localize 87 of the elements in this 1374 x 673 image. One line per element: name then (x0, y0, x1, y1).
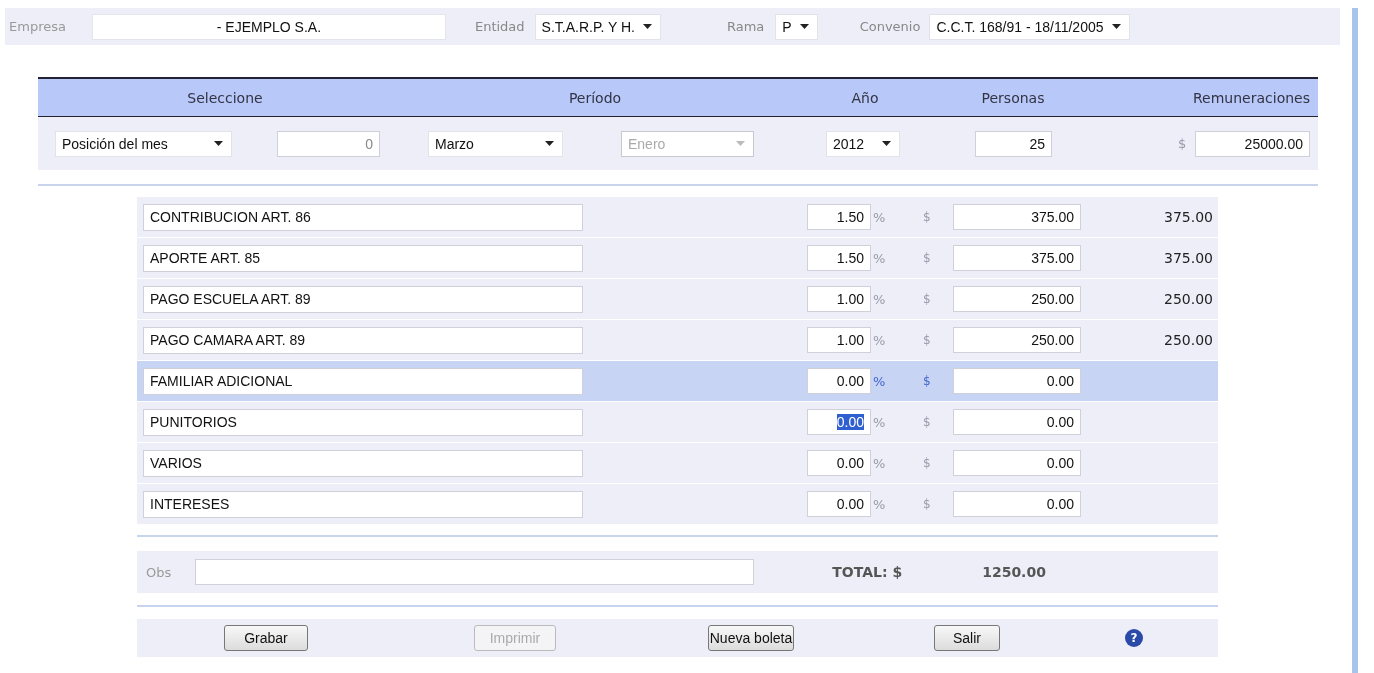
amount-field[interactable]: 0.00 (953, 491, 1081, 517)
caret-icon (545, 141, 554, 146)
row-total: 375.00 (1163, 209, 1213, 225)
column-header: Seleccione (186, 89, 264, 106)
percent-sign: % (872, 414, 887, 430)
row-total: 250.00 (1163, 291, 1213, 307)
field-label: Entidad (474, 19, 525, 34)
branch-dropdown[interactable]: P (775, 13, 818, 40)
column-header: Personas (980, 89, 1046, 106)
table-row[interactable]: PUNITORIOS 0.00 % $ 0.00 (137, 402, 1218, 443)
position-field[interactable]: 0 (277, 130, 380, 157)
amount-field[interactable]: 0.00 (953, 409, 1081, 435)
caret-icon (736, 141, 745, 146)
percent-field[interactable]: 1.00 (807, 327, 871, 353)
percent-field[interactable]: 1.50 (807, 245, 871, 271)
percent-field[interactable]: 1.50 (807, 204, 871, 230)
currency-sign: $ (922, 210, 932, 224)
field-label: Empresa (9, 19, 66, 34)
percent-field[interactable]: 0.00 (807, 491, 871, 517)
percent-sign: % (872, 455, 887, 471)
action-button[interactable]: Salir (934, 625, 1000, 651)
persons-field[interactable]: 25 (975, 130, 1052, 157)
amount-field[interactable]: 0.00 (953, 450, 1081, 476)
caret-icon (882, 141, 891, 146)
currency-sign: $ (922, 292, 932, 306)
percent-sign: % (872, 496, 887, 512)
percent-field[interactable]: 0.00 (807, 409, 871, 435)
concept-field[interactable]: PUNITORIOS (143, 408, 583, 436)
amount-field[interactable]: 250.00 (953, 327, 1081, 353)
concept-field[interactable]: FAMILIAR ADICIONAL (143, 367, 583, 395)
table-row[interactable]: PAGO ESCUELA ART. 89 1.00 % $ 250.00 250.00 (137, 279, 1218, 320)
currency-sign: $ (922, 497, 932, 511)
concept-field[interactable]: PAGO CAMARA ART. 89 (143, 326, 583, 354)
currency-sign: $ (922, 333, 932, 347)
selection-dropdown[interactable]: Posición del mes (55, 130, 232, 157)
grand-total: 1250.00 (982, 564, 1046, 580)
concept-field[interactable]: CONTRIBUCION ART. 86 (143, 203, 583, 231)
table-row[interactable]: FAMILIAR ADICIONAL 0.00 % $ 0.00 (137, 361, 1218, 402)
row-total: 250.00 (1163, 332, 1213, 348)
month-from-dropdown[interactable]: Marzo (428, 130, 563, 157)
concept-field[interactable]: INTERESES (143, 490, 583, 518)
row-total: 375.00 (1163, 250, 1213, 266)
column-header: Año (850, 89, 880, 106)
help-icon[interactable]: ? (1125, 629, 1143, 647)
entity-dropdown[interactable]: S.T.A.R.P. Y H. (534, 13, 661, 40)
table-row[interactable]: APORTE ART. 85 1.50 % $ 375.00 375.00 (137, 238, 1218, 279)
year-dropdown[interactable]: 2012 (826, 130, 900, 157)
observations-field[interactable] (195, 559, 755, 585)
concept-field[interactable]: APORTE ART. 85 (143, 244, 583, 272)
percent-field[interactable]: 0.00 (807, 450, 871, 476)
caret-icon (799, 24, 809, 29)
amount-field[interactable]: 250.00 (953, 286, 1081, 312)
percent-sign: % (872, 332, 887, 348)
amount-field[interactable]: 375.00 (953, 245, 1081, 271)
percent-field[interactable]: 1.00 (807, 286, 871, 312)
percent-sign: % (872, 209, 887, 225)
table-row[interactable]: VARIOS 0.00 % $ 0.00 (137, 443, 1218, 484)
remuneration-field[interactable]: 25000.00 (1195, 130, 1310, 157)
currency-sign: $ (922, 456, 932, 470)
table-row[interactable]: INTERESES 0.00 % $ 0.00 (137, 484, 1218, 525)
column-header: Remuneraciones (1192, 89, 1311, 106)
caret-icon (642, 24, 652, 29)
table-row[interactable]: CONTRIBUCION ART. 86 1.50 % $ 375.00 375.00 (137, 197, 1218, 238)
percent-field[interactable]: 0.00 (807, 368, 871, 394)
currency-sign: $ (1178, 136, 1188, 151)
field-label: Convenio (859, 19, 921, 34)
field-label: Rama (726, 19, 765, 34)
percent-sign: % (872, 373, 887, 389)
currency-sign: $ (922, 415, 932, 429)
amount-field[interactable]: 0.00 (953, 368, 1081, 394)
company-field[interactable]: - EJEMPLO S.A. (91, 13, 446, 40)
agreement-dropdown[interactable]: C.C.T. 168/91 - 18/11/2005 (929, 13, 1130, 40)
action-button[interactable]: Grabar (224, 625, 308, 651)
table-row[interactable]: PAGO CAMARA ART. 89 1.00 % $ 250.00 250.00 (137, 320, 1218, 361)
currency-sign: $ (922, 251, 932, 265)
concept-field[interactable]: PAGO ESCUELA ART. 89 (143, 285, 583, 313)
amount-field[interactable]: 375.00 (953, 204, 1081, 230)
percent-sign: % (872, 291, 887, 307)
caret-icon (1111, 24, 1121, 29)
concept-field[interactable]: VARIOS (143, 449, 583, 477)
caret-icon (214, 141, 223, 146)
currency-sign: $ (922, 374, 932, 388)
column-header: Período (567, 89, 623, 106)
percent-sign: % (872, 250, 887, 266)
action-button[interactable]: Nueva boleta (708, 625, 794, 651)
total-label: TOTAL: $ (832, 564, 903, 580)
field-label: Obs (146, 564, 172, 580)
